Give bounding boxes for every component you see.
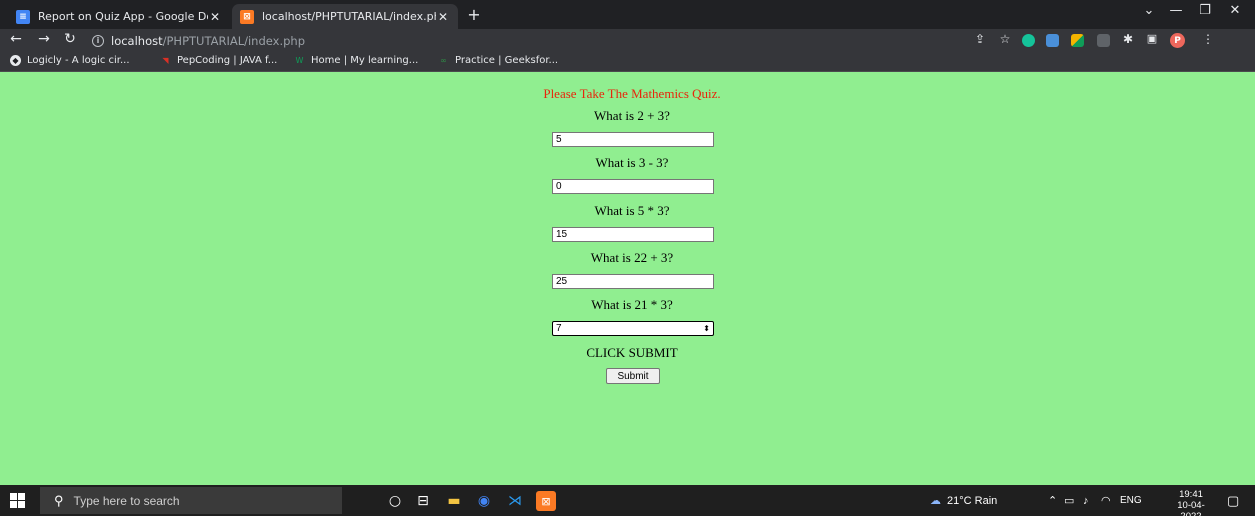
logicly-icon: ◆: [10, 55, 21, 66]
new-tab-button[interactable]: +: [464, 5, 484, 24]
answer-1-input[interactable]: [552, 132, 714, 147]
volume-icon[interactable]: ♪: [1083, 485, 1089, 516]
browser-tab-strip: ≡ Report on Quiz App - Google Do ✕ ⊠ loc…: [0, 0, 1255, 29]
close-tab-icon[interactable]: ✕: [436, 10, 450, 24]
question-5-label: What is 21 * 3?: [591, 297, 673, 312]
browser-toolbar: ← → ↻ i localhost /PHPTUTARIAL/index.php…: [0, 29, 1255, 52]
bookmark-label: Practice | Geeksfor...: [455, 55, 559, 66]
question-1-label: What is 2 + 3?: [594, 108, 670, 123]
extension-icon[interactable]: [1097, 34, 1110, 47]
side-panel-icon[interactable]: ▣: [1144, 32, 1160, 45]
cortana-icon[interactable]: ○: [385, 491, 405, 511]
question-3-label: What is 5 * 3?: [594, 203, 670, 218]
minimize-button[interactable]: —: [1161, 3, 1191, 18]
forward-button[interactable]: →: [34, 31, 54, 47]
page-content: Please Take The Mathemics Quiz. What is …: [0, 72, 1255, 485]
search-placeholder: Type here to search: [73, 493, 180, 508]
pepcoding-icon: ◥: [162, 56, 169, 65]
click-submit-text: CLICK SUBMIT: [586, 345, 678, 360]
close-tab-icon[interactable]: ✕: [208, 10, 222, 24]
tab-title: Report on Quiz App - Google Do: [38, 10, 208, 23]
bookmark-label: Home | My learning...: [311, 55, 419, 66]
tab-search-icon[interactable]: ⌄: [1134, 3, 1164, 18]
windows-taskbar: ⚲ Type here to search ○ ⊟ ▬ ◉ ⋊ ⊠ ☁ 21°C…: [0, 485, 1255, 516]
show-hidden-icons-icon[interactable]: ⌃: [1048, 485, 1057, 516]
browser-menu-icon[interactable]: ⋮: [1200, 32, 1216, 46]
taskbar-clock[interactable]: 19:41 10-04-2022: [1168, 489, 1214, 516]
w3-icon: W: [295, 56, 304, 65]
quiz-heading: Please Take The Mathemics Quiz.: [543, 86, 721, 101]
weather-text: 21°C Rain: [947, 494, 998, 507]
tab-localhost[interactable]: ⊠ localhost/PHPTUTARIAL/index.ph ✕: [232, 4, 458, 29]
question-2-label: What is 3 - 3?: [595, 155, 669, 170]
wifi-icon[interactable]: ◠: [1101, 485, 1111, 516]
geeksforgeeks-icon: ∞: [440, 56, 447, 65]
grammarly-extension-icon[interactable]: [1022, 34, 1035, 47]
close-window-button[interactable]: ✕: [1220, 3, 1250, 18]
search-icon: ⚲: [54, 492, 64, 508]
selected-value: 7: [556, 323, 562, 334]
bookmark-logicly[interactable]: ◆ Logicly - A logic cir...: [10, 55, 130, 66]
share-icon[interactable]: ⇪: [972, 32, 988, 46]
answer-2-input[interactable]: [552, 179, 714, 194]
bookmark-label: Logicly - A logic cir...: [27, 55, 130, 66]
language-indicator[interactable]: ENG: [1120, 485, 1142, 516]
spinner-arrows-icon: ⬍: [703, 324, 710, 333]
windows-start-icon[interactable]: [10, 493, 25, 508]
vscode-icon[interactable]: ⋊: [505, 491, 525, 511]
answer-5-select[interactable]: 7 ⬍: [552, 321, 714, 336]
reload-button[interactable]: ↻: [60, 31, 80, 47]
battery-icon[interactable]: ▭: [1064, 485, 1074, 516]
maximize-button[interactable]: ❐: [1190, 3, 1220, 18]
weather-widget[interactable]: ☁ 21°C Rain: [930, 485, 997, 516]
xampp-icon[interactable]: ⊠: [536, 491, 556, 511]
extension-icon[interactable]: [1046, 34, 1059, 47]
bookmark-w3[interactable]: W Home | My learning...: [294, 55, 419, 66]
bookmark-geeksforgeeks[interactable]: ∞ Practice | Geeksfor...: [438, 55, 558, 66]
google-docs-icon: ≡: [16, 9, 30, 24]
address-bar[interactable]: i localhost /PHPTUTARIAL/index.php: [92, 31, 392, 50]
url-host: localhost: [111, 33, 163, 48]
answer-3-input[interactable]: [552, 227, 714, 242]
chrome-icon[interactable]: ◉: [474, 491, 494, 511]
bookmark-star-icon[interactable]: ☆: [997, 32, 1013, 46]
answer-4-input[interactable]: [552, 274, 714, 289]
bookmarks-bar: ◆ Logicly - A logic cir... ◥ PepCoding |…: [0, 52, 1255, 72]
bookmark-label: PepCoding | JAVA f...: [177, 55, 278, 66]
clock-time: 19:41: [1179, 489, 1203, 500]
rain-cloud-icon: ☁: [930, 495, 941, 507]
profile-avatar[interactable]: P: [1170, 33, 1185, 48]
tab-title: localhost/PHPTUTARIAL/index.ph: [262, 10, 436, 23]
site-info-icon[interactable]: i: [92, 34, 104, 47]
extensions-puzzle-icon[interactable]: ✱: [1120, 32, 1136, 46]
question-4-label: What is 22 + 3?: [590, 250, 674, 265]
taskbar-search-box[interactable]: ⚲ Type here to search: [40, 487, 342, 514]
file-explorer-icon[interactable]: ▬: [444, 491, 464, 511]
task-view-icon[interactable]: ⊟: [413, 491, 433, 511]
extension-icon[interactable]: [1071, 34, 1084, 47]
submit-button[interactable]: Submit: [606, 368, 660, 384]
tab-quiz-report[interactable]: ≡ Report on Quiz App - Google Do ✕: [8, 4, 230, 29]
url-path: /PHPTUTARIAL/index.php: [162, 33, 305, 48]
xampp-icon: ⊠: [240, 9, 254, 24]
clock-date: 10-04-2022: [1177, 500, 1205, 516]
back-button[interactable]: ←: [6, 31, 26, 47]
bookmark-pepcoding[interactable]: ◥ PepCoding | JAVA f...: [160, 55, 277, 66]
notifications-icon[interactable]: ▢: [1227, 485, 1239, 516]
